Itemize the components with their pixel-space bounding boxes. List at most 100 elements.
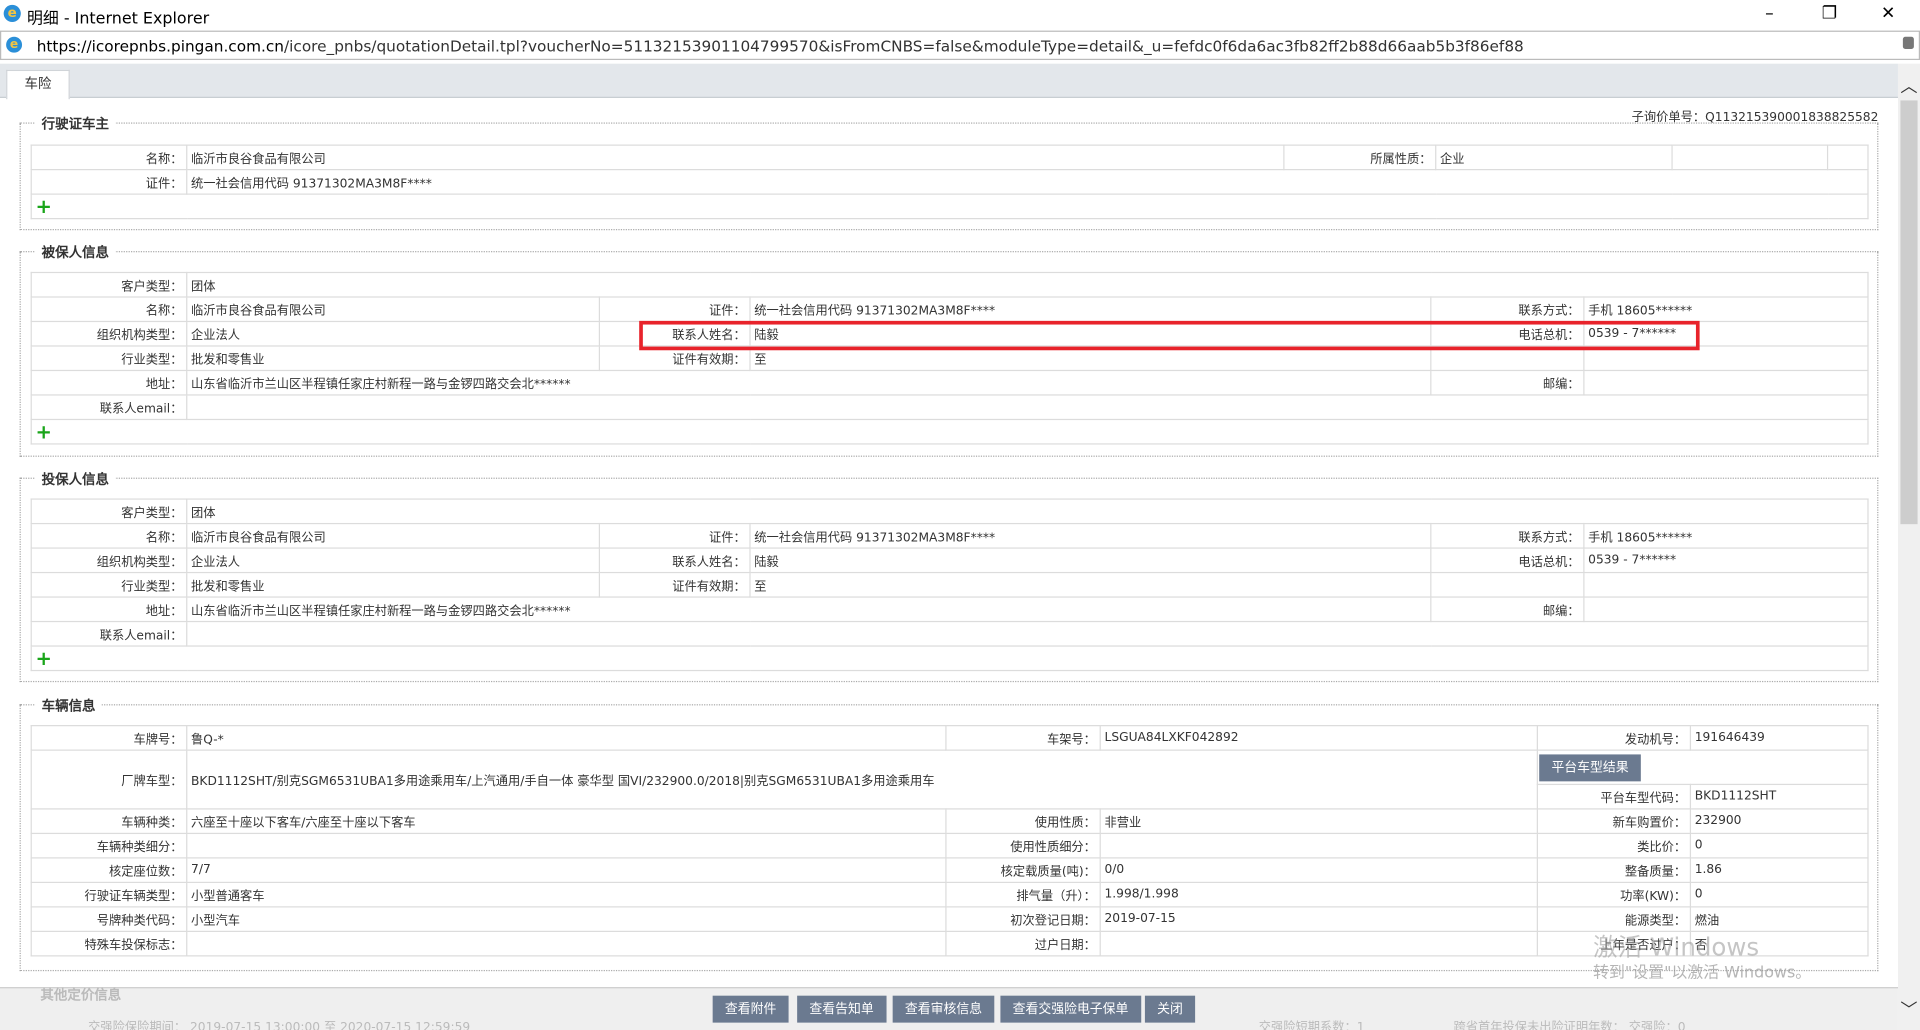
vertical-scrollbar[interactable]: ︿ ﹀ — [1897, 63, 1920, 1030]
section-title: 行驶证车主 — [35, 113, 116, 134]
windows-activation-hint: 转到"设置"以激活 Windows。 — [1593, 963, 1812, 983]
section-policyholder: 投保人信息 客户类型： 团体 名称： 临沂市良谷食品有限公司 证件： 统一社会信用代码 … — [19, 469, 1879, 683]
field-value: 团体 — [186, 271, 1869, 298]
field-label: 联系人email： — [30, 394, 188, 421]
field-label: 特殊车投保标志： — [30, 930, 188, 957]
scrollbar-thumb[interactable] — [1900, 100, 1918, 525]
field-label: 邮编： — [1430, 596, 1585, 623]
compulsory-short-coef: 交强险短期系数：1 — [1258, 1021, 1365, 1030]
section-title: 投保人信息 — [35, 469, 116, 489]
field-label: 证件： — [598, 296, 751, 323]
field-label: 使用性质细分： — [945, 832, 1101, 859]
empty-cell — [1430, 571, 1585, 598]
field-label: 排气量（升）： — [945, 881, 1101, 908]
field-label: 车架号： — [945, 725, 1101, 751]
field-label: 证件： — [30, 169, 188, 195]
field-value: 0/0 — [1099, 857, 1538, 884]
address-bar[interactable]: e https://icorepnbs.pingan.com.cn/icore_… — [0, 30, 1920, 61]
title-bar: e 明细 - Internet Explorer – ❐ ✕ — [0, 0, 1920, 30]
field-label: 名称： — [30, 296, 188, 323]
field-label: 证件有效期： — [598, 571, 751, 598]
field-label: 核定载质量(吨)： — [945, 857, 1101, 884]
policyholder-table: 客户类型： 团体 名称： 临沂市良谷食品有限公司 证件： 统一社会信用代码 913713… — [30, 498, 1869, 672]
close-button[interactable]: 关闭 — [1144, 995, 1196, 1023]
view-compulsory-epolicy-button[interactable]: 查看交强险电子保单 — [1000, 995, 1141, 1023]
field-value: 0 — [1689, 832, 1869, 859]
field-label: 组织机构类型： — [30, 547, 188, 574]
window-title: 明细 - Internet Explorer — [26, 9, 210, 29]
field-value: 统一社会信用代码 91371302MA3M8F**** — [749, 522, 1432, 549]
field-label: 核定座位数： — [30, 857, 188, 884]
field-value: 山东省临沂市兰山区半程镇任家庄村新程一路与金锣四路交会北****** — [186, 596, 1432, 623]
table-row: 证件： 统一社会信用代码 91371302MA3M8F**** — [30, 169, 1869, 195]
table-row: 名称： 临沂市良谷食品有限公司 所属性质： 企业 — [30, 144, 1869, 171]
field-value: 临沂市良谷食品有限公司 — [186, 296, 601, 323]
minimize-button[interactable]: – — [1751, 4, 1788, 24]
field-value — [186, 394, 1869, 421]
tab-strip: 车险 — [0, 63, 1898, 100]
cross-province-years: 跨省首年投保未出险证明年数： 交强险：0 — [1453, 1021, 1686, 1030]
field-value — [1583, 369, 1869, 396]
field-label: 名称： — [30, 144, 188, 171]
url-text[interactable]: https://icorepnbs.pingan.com.cn/icore_pn… — [37, 37, 1524, 55]
ie-logo-icon: e — [3, 4, 21, 23]
field-value: BKD1112SHT/别克SGM6531UBA1多用途乘用车/上汽通用/手自一体… — [186, 749, 1538, 810]
tab-car-insurance[interactable]: 车险 — [6, 69, 70, 100]
compulsory-period: 交强险保险期间： 2019-07-15 13:00:00 至 2020-07-1… — [88, 1021, 471, 1030]
field-label: 名称： — [30, 522, 188, 549]
section-title: 车辆信息 — [35, 695, 102, 716]
field-value: 临沂市良谷食品有限公司 — [186, 522, 601, 549]
field-value: 手机 18605****** — [1583, 522, 1869, 549]
section-insured: 被保人信息 客户类型： 团体 名称： 临沂市良谷食品有限公司 证件： 统一社会信用代码 … — [19, 242, 1879, 457]
field-value: 0539 - 7****** — [1583, 547, 1869, 574]
windows-activation-watermark: 激活 Windows — [1593, 931, 1760, 962]
field-value — [186, 832, 947, 859]
scroll-down-icon[interactable]: ﹀ — [1898, 997, 1920, 1021]
add-plus-icon[interactable]: + — [36, 195, 52, 217]
view-notice-button[interactable]: 查看告知单 — [797, 995, 886, 1023]
field-label: 发动机号： — [1536, 725, 1692, 751]
view-attachments-button[interactable]: 查看附件 — [712, 995, 789, 1023]
field-value: 批发和零售业 — [186, 571, 601, 598]
table-row: + — [30, 193, 1869, 220]
field-value: 191646439 — [1689, 725, 1869, 751]
field-label: 行驶证车辆类型： — [30, 881, 188, 908]
field-value — [186, 620, 1869, 647]
field-value: 企业法人 — [186, 547, 601, 574]
field-value: 小型汽车 — [186, 906, 947, 932]
field-label: 初次登记日期： — [945, 906, 1101, 932]
field-label: 车辆种类细分： — [30, 832, 188, 859]
lock-icon — [1902, 36, 1914, 49]
field-value — [1099, 930, 1538, 957]
field-value: 2019-07-15 — [1099, 906, 1538, 932]
section-title: 被保人信息 — [35, 242, 116, 263]
field-value: 山东省临沂市兰山区半程镇任家庄村新程一路与金锣四路交会北****** — [186, 369, 1432, 396]
field-label: 厂牌车型： — [30, 749, 188, 810]
restore-button[interactable]: ❐ — [1811, 4, 1848, 24]
platform-model-result-button[interactable]: 平台车型结果 — [1539, 754, 1641, 782]
field-value: 临沂市良谷食品有限公司 — [186, 144, 1285, 171]
close-window-button[interactable]: ✕ — [1870, 4, 1907, 24]
field-value: LSGUA84LXKF042892 — [1099, 725, 1538, 751]
field-label: 客户类型： — [30, 271, 188, 298]
field-value — [186, 930, 947, 957]
add-plus-icon[interactable]: + — [36, 421, 52, 443]
field-label: 联系方式： — [1430, 296, 1585, 323]
add-plus-icon[interactable]: + — [36, 647, 52, 669]
scroll-up-icon[interactable]: ︿ — [1898, 73, 1920, 97]
other-pricing-title: 其他定价信息 — [40, 987, 122, 1004]
field-label: 整备质量： — [1536, 857, 1692, 884]
field-label: 平台车型代码： — [1536, 783, 1692, 810]
view-review-info-button[interactable]: 查看审核信息 — [892, 995, 995, 1023]
field-value: 统一社会信用代码 91371302MA3M8F**** — [749, 296, 1432, 323]
field-label: 类比价： — [1536, 832, 1692, 859]
field-label: 车牌号： — [30, 725, 188, 751]
field-label: 新车购置价： — [1536, 808, 1692, 835]
field-label: 联系人email： — [30, 620, 188, 647]
insured-table: 客户类型： 团体 名称： 临沂市良谷食品有限公司 证件： 统一社会信用代码 913713… — [30, 271, 1869, 445]
field-label: 联系人姓名： — [598, 547, 751, 574]
field-value: 1.86 — [1689, 857, 1869, 884]
vehicle-table: 车牌号： 鲁Q-* 车架号： LSGUA84LXKF042892 发动机号： 191646… — [30, 725, 1869, 957]
field-label: 联系方式： — [1430, 522, 1585, 549]
field-value: 团体 — [186, 498, 1869, 525]
